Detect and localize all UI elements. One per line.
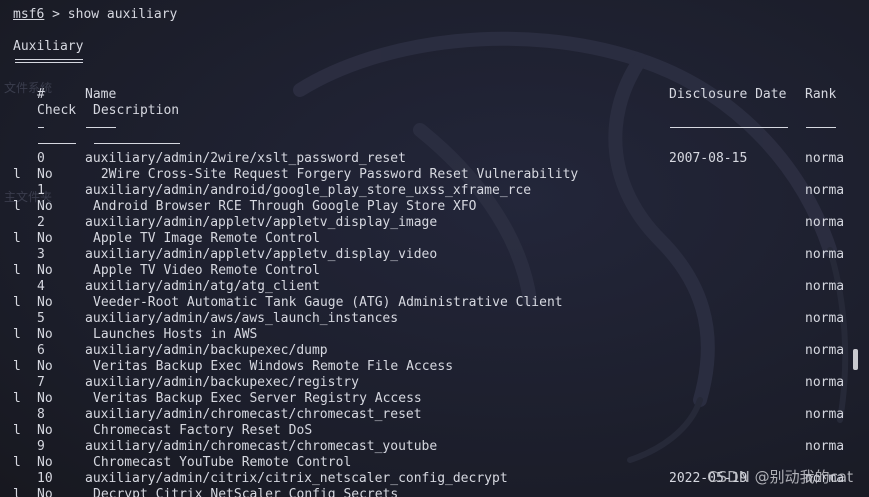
- prompt-name: msf6: [13, 7, 45, 22]
- module-index: 7: [37, 375, 45, 390]
- header-check: Check: [37, 103, 77, 118]
- module-rank-wrap: l: [13, 295, 21, 310]
- module-rank: norma: [805, 311, 845, 326]
- section-title-text: Auxiliary: [13, 39, 84, 54]
- module-rank: norma: [805, 215, 845, 230]
- module-name: auxiliary/admin/atg/atg_client: [85, 279, 320, 294]
- module-rank: norma: [805, 151, 845, 166]
- module-name: auxiliary/admin/aws/aws_launch_instances: [85, 311, 399, 326]
- module-rank: norma: [805, 407, 845, 422]
- module-name: auxiliary/admin/2wire/xslt_password_rese…: [85, 151, 406, 166]
- module-description: Launches Hosts in AWS: [93, 327, 258, 342]
- section-title: Auxiliary: [13, 39, 83, 55]
- header-name: Name: [85, 87, 117, 102]
- scrollbar-thumb[interactable]: [853, 349, 858, 370]
- module-description: Veeder-Root Automatic Tank Gauge (ATG) A…: [93, 295, 563, 310]
- module-index: 1: [37, 183, 45, 198]
- header-disclosure-date: Disclosure Date: [669, 87, 787, 102]
- module-description: Veritas Backup Exec Windows Remote File …: [93, 359, 454, 374]
- module-check: No: [37, 423, 53, 438]
- header-separator: [38, 143, 76, 144]
- module-description: Android Browser RCE Through Google Play …: [93, 199, 477, 214]
- module-name: auxiliary/admin/backupexec/dump: [85, 343, 328, 358]
- module-index: 5: [37, 311, 45, 326]
- module-index: 9: [37, 439, 45, 454]
- module-rank-wrap: l: [13, 487, 21, 497]
- module-rank-wrap: l: [13, 423, 21, 438]
- header-separator: [806, 127, 836, 128]
- module-rank: norma: [805, 247, 845, 262]
- module-name: auxiliary/admin/backupexec/registry: [85, 375, 359, 390]
- module-check: No: [37, 231, 53, 246]
- command-line: msf6 > show auxiliary: [13, 7, 177, 23]
- module-check: No: [37, 455, 53, 470]
- module-rank-wrap: l: [13, 199, 21, 214]
- header-separator: [670, 127, 788, 128]
- module-check: No: [37, 327, 53, 342]
- module-check: No: [37, 167, 53, 182]
- header-separator: [94, 143, 180, 144]
- header-number: #: [37, 87, 45, 102]
- module-index: 6: [37, 343, 45, 358]
- header-description: Description: [93, 103, 180, 118]
- header-separator: [38, 127, 44, 128]
- module-check: No: [37, 295, 53, 310]
- module-index: 8: [37, 407, 45, 422]
- section-underline: [15, 62, 83, 63]
- module-index: 2: [37, 215, 45, 230]
- module-name: auxiliary/admin/chromecast/chromecast_yo…: [85, 439, 438, 454]
- module-description: Apple TV Image Remote Control: [93, 231, 320, 246]
- module-index: 4: [37, 279, 45, 294]
- header-rank: Rank: [805, 87, 837, 102]
- module-description: Veritas Backup Exec Server Registry Acce…: [93, 391, 422, 406]
- module-check: No: [37, 487, 53, 497]
- module-description: Chromecast YouTube Remote Control: [93, 455, 352, 470]
- module-description: 2Wire Cross-Site Request Forgery Passwor…: [93, 167, 579, 182]
- module-rank: norma: [805, 343, 845, 358]
- module-index: 10: [37, 471, 53, 486]
- module-rank-wrap: l: [13, 391, 21, 406]
- module-rank-wrap: l: [13, 327, 21, 342]
- module-rank: norma: [805, 439, 845, 454]
- module-rank-wrap: l: [13, 167, 21, 182]
- module-rank-wrap: l: [13, 263, 21, 278]
- module-rank-wrap: l: [13, 455, 21, 470]
- module-name: auxiliary/admin/appletv/appletv_display_…: [85, 247, 438, 262]
- module-description: Apple TV Video Remote Control: [93, 263, 320, 278]
- module-name: auxiliary/admin/citrix/citrix_netscaler_…: [85, 471, 508, 486]
- module-rank: norma: [805, 279, 845, 294]
- module-rank: norma: [805, 183, 845, 198]
- module-description: Chromecast Factory Reset DoS: [93, 423, 313, 438]
- module-index: 0: [37, 151, 45, 166]
- module-name: auxiliary/admin/chromecast/chromecast_re…: [85, 407, 422, 422]
- module-check: No: [37, 391, 53, 406]
- module-name: auxiliary/admin/appletv/appletv_display_…: [85, 215, 438, 230]
- module-check: No: [37, 199, 53, 214]
- section-underline: [15, 59, 83, 60]
- module-rank-wrap: l: [13, 231, 21, 246]
- terminal-window[interactable]: 文件系统 主文件夹 msf6 > show auxiliary Auxiliar…: [0, 0, 869, 497]
- module-check: No: [37, 263, 53, 278]
- header-separator: [86, 127, 116, 128]
- module-rank: norma: [805, 375, 845, 390]
- module-description: Decrypt Citrix NetScaler Config Secrets: [93, 487, 399, 497]
- module-rank-wrap: l: [13, 359, 21, 374]
- module-name: auxiliary/admin/android/google_play_stor…: [85, 183, 532, 198]
- module-check: No: [37, 359, 53, 374]
- module-index: 3: [37, 247, 45, 262]
- csdn-watermark: CSDN @别动我的cat: [707, 468, 853, 486]
- command-text: > show auxiliary: [44, 7, 178, 22]
- module-disclosure-date: 2007-08-15: [669, 151, 748, 166]
